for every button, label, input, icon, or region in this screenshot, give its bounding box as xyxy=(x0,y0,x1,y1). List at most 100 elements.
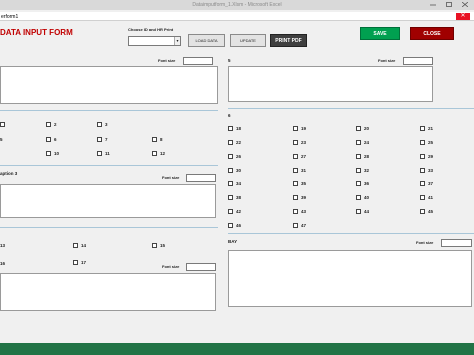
checkbox-box[interactable] xyxy=(420,140,425,145)
close-button[interactable]: CLOSE xyxy=(410,27,454,40)
checkbox-label: 26 xyxy=(236,154,242,159)
checkbox-43[interactable]: 43 xyxy=(293,209,306,214)
bay-label: BAY xyxy=(228,239,238,244)
font-size-input-3[interactable] xyxy=(186,174,216,182)
checkbox-22[interactable]: 22 xyxy=(228,140,241,145)
checkbox-44[interactable]: 44 xyxy=(356,209,369,214)
checkbox-33[interactable]: 33 xyxy=(420,168,433,173)
font-size-input-4[interactable] xyxy=(186,263,216,271)
checkbox-box[interactable] xyxy=(228,168,233,173)
checkbox-14[interactable]: 14 xyxy=(73,243,86,248)
checkbox-27[interactable]: 27 xyxy=(293,154,306,159)
checkbox-23[interactable]: 23 xyxy=(293,140,306,145)
save-button[interactable]: SAVE xyxy=(360,27,400,40)
checkbox-31[interactable]: 31 xyxy=(293,168,306,173)
checkbox-7[interactable]: 7 xyxy=(97,137,108,142)
checkbox-20[interactable]: 20 xyxy=(356,126,369,131)
checkbox-10[interactable]: 10 xyxy=(46,151,59,156)
checkbox-21[interactable]: 21 xyxy=(420,126,433,131)
checkbox-box[interactable] xyxy=(420,209,425,214)
checkbox-box[interactable] xyxy=(293,154,298,159)
checkbox-40[interactable]: 40 xyxy=(356,195,369,200)
checkbox-37[interactable]: 37 xyxy=(420,181,433,186)
checkbox-32[interactable]: 32 xyxy=(356,168,369,173)
checkbox-box[interactable] xyxy=(228,223,233,228)
checkbox-8[interactable]: 8 xyxy=(152,137,163,142)
checkbox-34[interactable]: 34 xyxy=(228,181,241,186)
checkbox-box[interactable] xyxy=(228,140,233,145)
checkbox-box[interactable] xyxy=(293,195,298,200)
font-size-input-2[interactable] xyxy=(403,57,433,65)
checkbox-24[interactable]: 24 xyxy=(356,140,369,145)
checkbox-box[interactable] xyxy=(228,195,233,200)
checkbox-box[interactable] xyxy=(228,126,233,131)
update-button[interactable]: UPDATE xyxy=(230,34,266,47)
checkbox-19[interactable]: 19 xyxy=(293,126,306,131)
checkbox-18[interactable]: 18 xyxy=(228,126,241,131)
checkbox-42[interactable]: 42 xyxy=(228,209,241,214)
userform-close-icon[interactable]: ✕ xyxy=(456,13,470,20)
checkbox-5[interactable]: 5 xyxy=(0,137,3,142)
text-area-5[interactable] xyxy=(228,66,433,102)
text-area-3[interactable] xyxy=(0,184,216,218)
checkbox-28[interactable]: 28 xyxy=(356,154,369,159)
minimize-icon[interactable] xyxy=(430,2,436,7)
checkbox-box[interactable] xyxy=(356,209,361,214)
checkbox-47[interactable]: 47 xyxy=(293,223,306,228)
checkbox-25[interactable]: 25 xyxy=(420,140,433,145)
checkbox-box[interactable] xyxy=(356,126,361,131)
checkbox-box[interactable] xyxy=(420,126,425,131)
checkbox-12[interactable]: 12 xyxy=(152,151,165,156)
checkbox-1[interactable] xyxy=(0,122,5,127)
checkbox-box[interactable] xyxy=(293,140,298,145)
checkbox-box[interactable] xyxy=(228,154,233,159)
checkbox-35[interactable]: 35 xyxy=(293,181,306,186)
checkbox-15[interactable]: 15 xyxy=(152,243,165,248)
checkbox-3[interactable]: 3 xyxy=(97,122,108,127)
font-size-input-5[interactable] xyxy=(441,239,472,247)
checkbox-box[interactable] xyxy=(228,181,233,186)
checkbox-13[interactable]: 13 xyxy=(0,243,5,248)
checkbox-box[interactable] xyxy=(293,126,298,131)
checkbox-box[interactable] xyxy=(293,181,298,186)
userform-title-bar: erform1 ✕ xyxy=(0,12,474,21)
print-pdf-button[interactable]: PRINT PDF xyxy=(270,34,307,47)
checkbox-box[interactable] xyxy=(356,181,361,186)
text-area-4[interactable] xyxy=(0,273,216,311)
text-area-bay[interactable] xyxy=(228,250,472,307)
id-select[interactable]: ▾ xyxy=(128,36,181,46)
checkbox-46[interactable]: 46 xyxy=(228,223,241,228)
checkbox-box[interactable] xyxy=(356,168,361,173)
checkbox-box[interactable] xyxy=(293,168,298,173)
checkbox-box[interactable] xyxy=(420,154,425,159)
checkbox-11[interactable]: 11 xyxy=(97,151,110,156)
checkbox-29[interactable]: 29 xyxy=(420,154,433,159)
checkbox-box[interactable] xyxy=(420,181,425,186)
checkbox-39[interactable]: 39 xyxy=(293,195,306,200)
chevron-down-icon[interactable]: ▾ xyxy=(174,37,180,45)
checkbox-38[interactable]: 38 xyxy=(228,195,241,200)
checkbox-26[interactable]: 26 xyxy=(228,154,241,159)
checkbox-box[interactable] xyxy=(420,195,425,200)
checkbox-box[interactable] xyxy=(420,168,425,173)
checkbox-box[interactable] xyxy=(293,209,298,214)
checkbox-2[interactable]: 2 xyxy=(46,122,57,127)
checkbox-41[interactable]: 41 xyxy=(420,195,433,200)
checkbox-30[interactable]: 30 xyxy=(228,168,241,173)
font-size-input-1[interactable] xyxy=(183,57,213,65)
checkbox-16[interactable]: 16 xyxy=(0,261,5,266)
text-area-1[interactable] xyxy=(0,66,218,104)
load-data-button[interactable]: LOAD DATA xyxy=(188,34,225,47)
checkbox-box[interactable] xyxy=(293,223,298,228)
window-close-icon[interactable] xyxy=(461,1,469,8)
checkbox-box[interactable] xyxy=(228,209,233,214)
checkbox-label: 23 xyxy=(301,140,307,145)
checkbox-45[interactable]: 45 xyxy=(420,209,433,214)
checkbox-box[interactable] xyxy=(356,195,361,200)
checkbox-36[interactable]: 36 xyxy=(356,181,369,186)
maximize-icon[interactable] xyxy=(446,2,452,7)
checkbox-6[interactable]: 6 xyxy=(46,137,57,142)
checkbox-box[interactable] xyxy=(356,140,361,145)
checkbox-box[interactable] xyxy=(356,154,361,159)
checkbox-17[interactable]: 17 xyxy=(73,260,86,265)
